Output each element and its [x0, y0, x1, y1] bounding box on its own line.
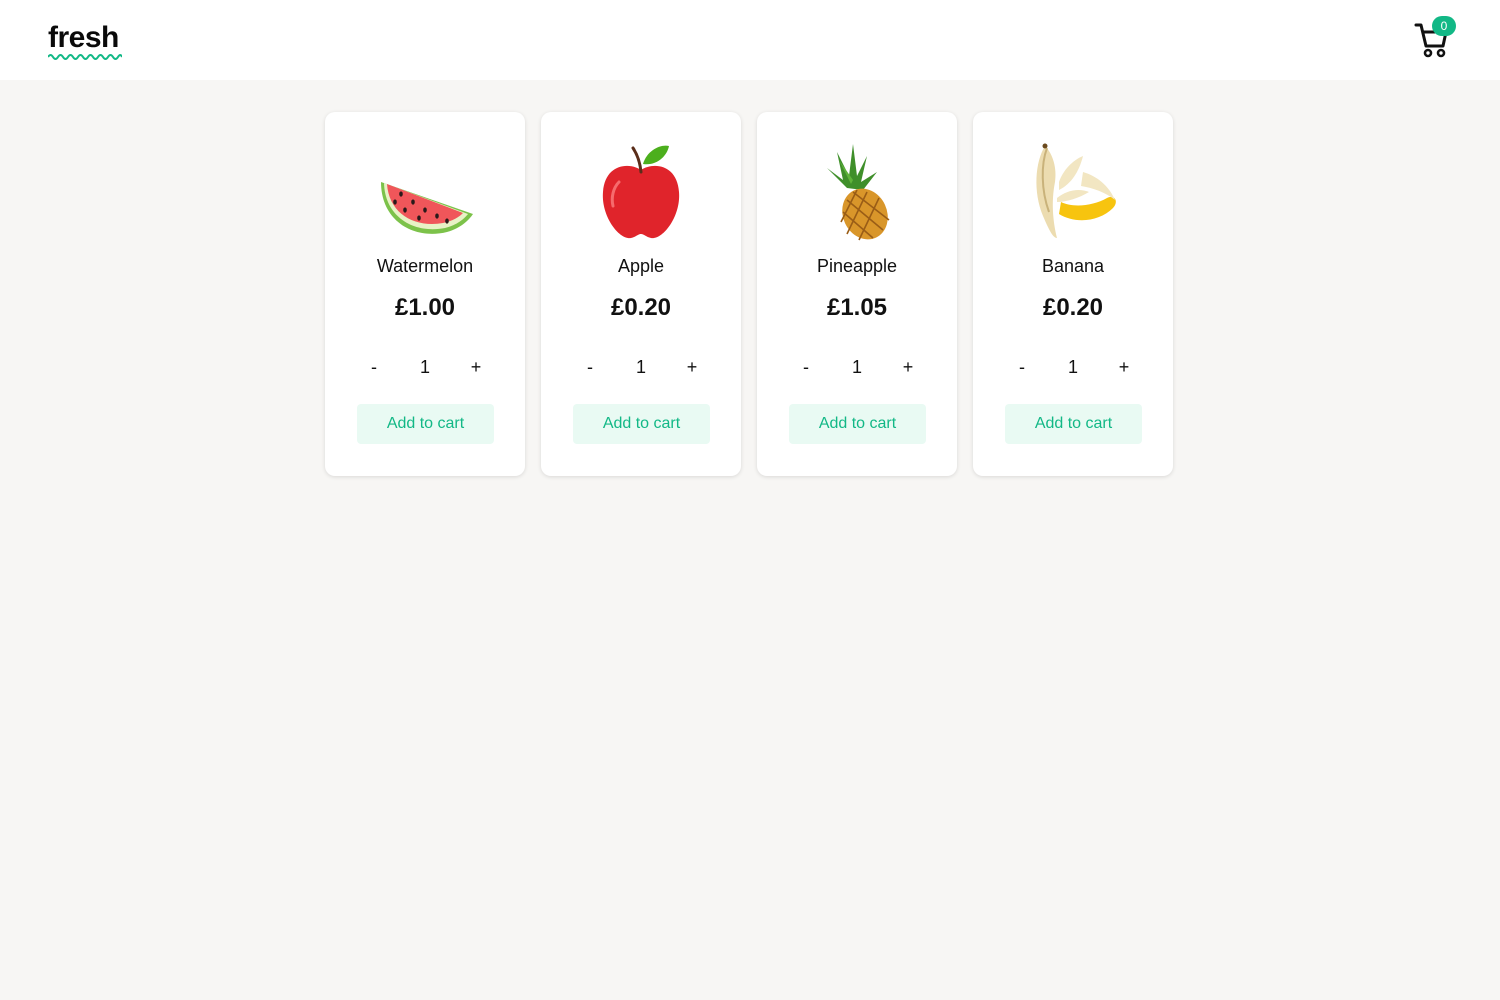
quantity-value: 1	[635, 357, 646, 377]
product-card-pineapple: Pineapple £1.05 - 1 + Add to cart	[757, 112, 957, 476]
quantity-value: 1	[851, 357, 862, 377]
decrement-button[interactable]: -	[359, 353, 389, 381]
increment-button[interactable]: +	[1109, 353, 1139, 381]
increment-button[interactable]: +	[461, 353, 491, 381]
cart-count-badge: 0	[1432, 16, 1456, 36]
quantity-stepper: - 1 +	[757, 353, 957, 381]
product-name: Banana	[1041, 256, 1105, 276]
logo-squiggle-underline	[48, 54, 122, 60]
product-list: Watermelon £1.00 - 1 + Add to cart Apple…	[325, 112, 1175, 476]
logo[interactable]: fresh	[48, 20, 122, 64]
pineapple-icon	[827, 144, 890, 241]
decrement-button[interactable]: -	[791, 353, 821, 381]
quantity-stepper: - 1 +	[973, 353, 1173, 381]
quantity-stepper: - 1 +	[325, 353, 525, 381]
quantity-value: 1	[1067, 357, 1078, 377]
product-price: £1.05	[826, 294, 888, 321]
product-name: Pineapple	[816, 256, 898, 276]
product-name: Watermelon	[376, 256, 474, 276]
increment-button[interactable]: +	[677, 353, 707, 381]
increment-button[interactable]: +	[893, 353, 923, 381]
add-to-cart-button[interactable]: Add to cart	[789, 404, 926, 444]
product-price: £1.00	[394, 294, 456, 321]
add-to-cart-button[interactable]: Add to cart	[1005, 404, 1142, 444]
cart-button[interactable]: 0	[1410, 14, 1460, 64]
product-price: £0.20	[1042, 294, 1104, 321]
quantity-value: 1	[419, 357, 430, 377]
product-name: Apple	[617, 256, 665, 276]
logo-text: fresh	[48, 21, 119, 54]
watermelon-icon	[381, 182, 473, 234]
product-price: £0.20	[610, 294, 672, 321]
top-header: fresh 0	[0, 0, 1500, 80]
product-card-apple: Apple £0.20 - 1 + Add to cart	[541, 112, 741, 476]
product-card-watermelon: Watermelon £1.00 - 1 + Add to cart	[325, 112, 525, 476]
add-to-cart-button[interactable]: Add to cart	[357, 404, 494, 444]
decrement-button[interactable]: -	[1007, 353, 1037, 381]
apple-icon	[602, 145, 680, 239]
add-to-cart-button[interactable]: Add to cart	[573, 404, 710, 444]
decrement-button[interactable]: -	[575, 353, 605, 381]
banana-icon	[1036, 143, 1116, 238]
product-card-banana: Banana £0.20 - 1 + Add to cart	[973, 112, 1173, 476]
quantity-stepper: - 1 +	[541, 353, 741, 381]
